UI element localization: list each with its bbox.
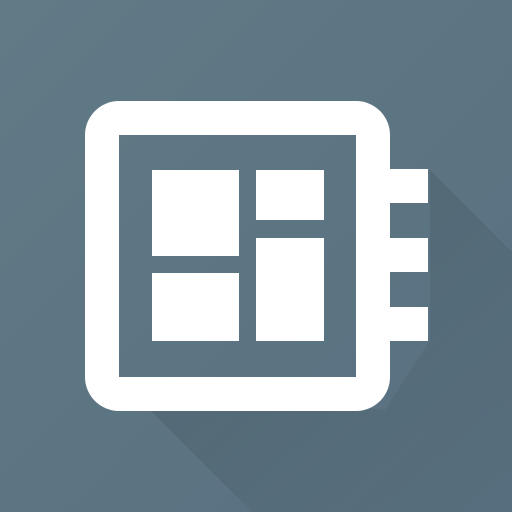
app-icon [0, 0, 512, 512]
binder-tab-top [390, 169, 428, 203]
tile-top-left [152, 170, 239, 256]
binder-tab-middle [390, 238, 428, 272]
tile-bottom-right [256, 238, 324, 341]
tile-bottom-left [152, 273, 239, 341]
binder-tab-bottom [390, 307, 428, 341]
tile-top-right [256, 170, 324, 220]
notebook-dashboard-icon [0, 0, 512, 512]
